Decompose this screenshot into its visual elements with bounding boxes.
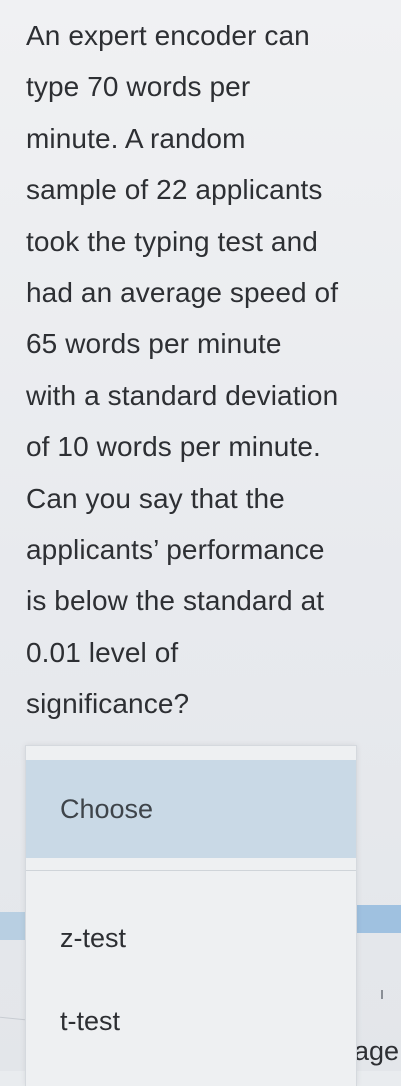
dropdown-option-choose[interactable]: Choose (26, 760, 356, 858)
question-text: An expert encoder can type 70 words per … (26, 10, 396, 730)
question-line: minute. A random (26, 122, 246, 154)
answer-dropdown-menu[interactable]: Choose z-test t-test (25, 745, 357, 1086)
question-line: of 10 words per minute. (26, 431, 321, 463)
question-line: applicants’ performance (26, 534, 325, 566)
background-blue-strip-left (0, 912, 25, 940)
question-line: with a standard deviation (26, 379, 339, 411)
question-line: type 70 words per (26, 71, 251, 103)
question-line: had an average speed of (26, 277, 339, 309)
question-line: 65 words per minute (26, 328, 282, 360)
question-line: Can you say that the (26, 482, 285, 514)
question-line: 0.01 level of (26, 636, 179, 668)
background-partial-text: age (354, 1036, 400, 1066)
question-line: is below the standard at (26, 585, 325, 617)
dropdown-divider (26, 870, 356, 871)
question-line: An expert encoder can (26, 20, 310, 51)
background-blue-strip-right (356, 905, 401, 933)
question-line: sample of 22 applicants (26, 174, 323, 206)
dropdown-option-z-test[interactable]: z-test (26, 906, 356, 970)
question-line: significance? (26, 688, 190, 720)
dropdown-option-t-test[interactable]: t-test (26, 991, 356, 1051)
background-dash-mark (381, 990, 383, 999)
question-line: took the typing test and (26, 225, 318, 257)
